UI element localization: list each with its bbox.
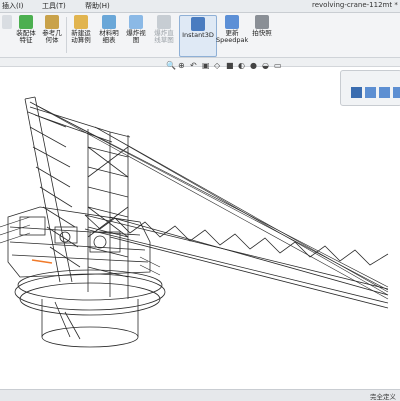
normal-to-icon[interactable] bbox=[351, 87, 362, 98]
left-cut-button[interactable] bbox=[0, 15, 14, 30]
explode-line-sketch-icon bbox=[157, 15, 171, 29]
display-style-icon[interactable]: ■ bbox=[226, 61, 235, 70]
exploded-view-button[interactable]: 爆炸视 图 bbox=[124, 15, 148, 44]
update-speedpak-button[interactable]: 更新 Speedpak bbox=[216, 15, 248, 44]
a-frame-mast bbox=[24, 96, 131, 299]
appearance-icon[interactable]: ● bbox=[250, 61, 259, 70]
view-orientation-panel bbox=[340, 70, 400, 106]
instant3d-button[interactable]: Instant3D bbox=[179, 15, 217, 57]
hide-show-icon[interactable]: ◐ bbox=[238, 61, 247, 70]
exploded-view-label: 爆炸视 图 bbox=[126, 29, 146, 44]
bom-icon bbox=[102, 15, 116, 29]
instant3d-icon bbox=[191, 17, 205, 31]
assembly-features-button[interactable]: 装配体 特征 bbox=[14, 15, 38, 44]
crane-model bbox=[0, 96, 389, 348]
status-bar: 完全定义 bbox=[0, 389, 400, 401]
right-view-icon[interactable] bbox=[393, 87, 400, 98]
speedpak-icon bbox=[225, 15, 239, 29]
bill-of-materials-button[interactable]: 材料明 细表 bbox=[96, 15, 122, 44]
assembly-features-icon bbox=[19, 15, 33, 29]
view-orientation-icon[interactable]: ◇ bbox=[214, 61, 223, 70]
assembly-features-label: 装配体 特征 bbox=[16, 29, 36, 44]
new-motion-study-label: 新建运 动算例 bbox=[71, 29, 91, 44]
heads-up-view-toolbar: 🔍 ⊕ ↶ ▣ ◇ ■ ◐ ● ◒ ▭ bbox=[166, 58, 283, 72]
section-view-icon[interactable]: ▣ bbox=[202, 61, 211, 70]
take-snapshot-button[interactable]: 拍快照 bbox=[250, 15, 274, 37]
motion-study-icon bbox=[74, 15, 88, 29]
zoom-area-icon[interactable]: ⊕ bbox=[178, 61, 187, 70]
menu-help[interactable]: 帮助(H) bbox=[85, 1, 110, 11]
selected-component-highlight bbox=[31, 259, 53, 264]
instant3d-label: Instant3D bbox=[182, 31, 214, 39]
scene-icon[interactable]: ◒ bbox=[262, 61, 271, 70]
new-motion-study-button[interactable]: 新建运 动算例 bbox=[68, 15, 94, 44]
pendant-cables bbox=[29, 101, 389, 300]
top-view-icon[interactable] bbox=[379, 87, 390, 98]
bill-of-materials-label: 材料明 细表 bbox=[99, 29, 119, 44]
ribbon-separator bbox=[66, 17, 67, 53]
graphics-viewport[interactable] bbox=[0, 67, 400, 389]
menu-tools[interactable]: 工具(T) bbox=[42, 1, 66, 11]
view-settings-icon[interactable]: ▭ bbox=[274, 61, 283, 70]
front-view-icon[interactable] bbox=[365, 87, 376, 98]
reference-geometry-label: 参考几 何体 bbox=[42, 29, 62, 44]
menu-bar: 插入(I) 工具(T) 帮助(H) revolving-crane-112mt … bbox=[0, 0, 400, 13]
camera-icon bbox=[255, 15, 269, 29]
explode-line-sketch-button[interactable]: 爆炸直 线草图 bbox=[150, 15, 178, 44]
take-snapshot-label: 拍快照 bbox=[252, 29, 272, 37]
update-speedpak-label: 更新 Speedpak bbox=[216, 29, 249, 44]
command-manager-ribbon: 装配体 特征 参考几 何体 新建运 动算例 材料明 细表 爆炸视 图 爆炸直 线… bbox=[0, 13, 400, 58]
slewing-ring bbox=[14, 269, 166, 348]
exploded-view-icon bbox=[129, 15, 143, 29]
reference-geometry-icon bbox=[45, 15, 59, 29]
zoom-to-fit-icon[interactable]: 🔍 bbox=[166, 61, 176, 70]
reference-geometry-button[interactable]: 参考几 何体 bbox=[40, 15, 64, 44]
document-title: revolving-crane-112mt * bbox=[312, 1, 398, 9]
previous-view-icon[interactable]: ↶ bbox=[190, 61, 199, 70]
gear-icon bbox=[2, 15, 12, 29]
crane-boom bbox=[84, 214, 389, 309]
menu-insert[interactable]: 插入(I) bbox=[2, 1, 24, 11]
explode-line-sketch-label: 爆炸直 线草图 bbox=[154, 29, 174, 44]
